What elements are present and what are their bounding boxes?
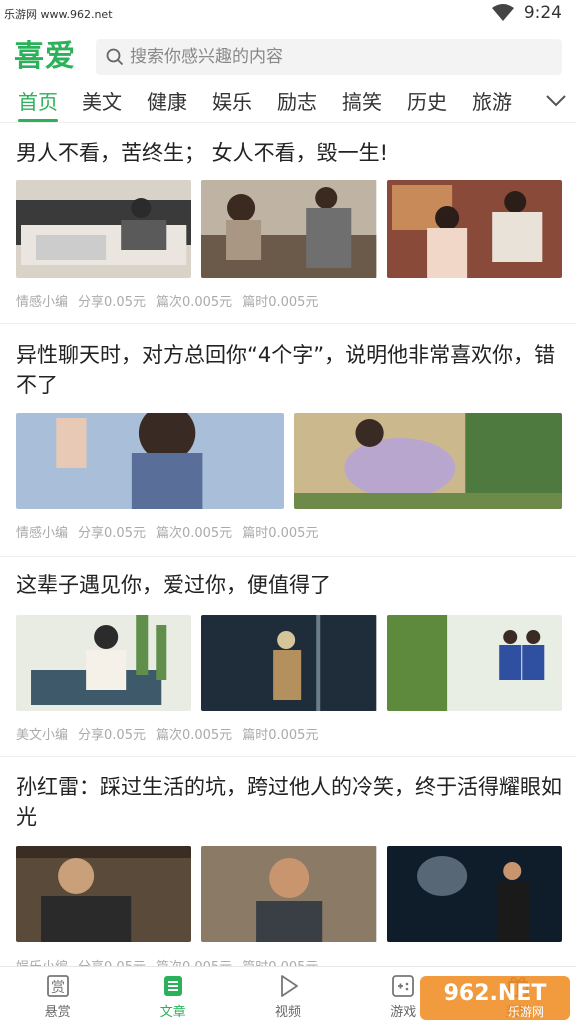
- nav-article[interactable]: 文章: [115, 967, 230, 1024]
- svg-text:乐游网: 乐游网: [508, 1005, 544, 1019]
- video-icon: [281, 975, 298, 997]
- article-thumbnail[interactable]: [294, 413, 562, 509]
- search-bar[interactable]: [96, 39, 562, 75]
- article-thumbnail[interactable]: [16, 413, 284, 509]
- article-divider: [0, 556, 576, 557]
- article-author: 情感小编: [16, 526, 69, 541]
- tabs-divider: [0, 122, 576, 123]
- article-card[interactable]: 男人不看，苦终生； 女人不看，毁一生! 情感小编 分享0.05元 篇次0.005…: [0, 128, 576, 324]
- view-reward: 篇次0.005元: [155, 526, 233, 541]
- clock: 9:24: [523, 3, 562, 23]
- tab-inspiration[interactable]: 励志: [277, 86, 317, 120]
- svg-text:962.NET: 962.NET: [444, 981, 547, 1006]
- article-meta: 情感小编 分享0.05元 篇次0.005元 篇时0.005元: [16, 291, 318, 310]
- view-reward: 篇次0.005元: [155, 728, 233, 743]
- article-images: [16, 413, 562, 509]
- article-title[interactable]: 异性聊天时，对方总回你“4个字”，说明他非常喜欢你，错不了: [16, 340, 564, 400]
- time-reward: 篇时0.005元: [242, 295, 319, 310]
- app-header: 喜爱: [0, 36, 576, 78]
- tab-entertainment[interactable]: 娱乐: [212, 86, 252, 120]
- reward-icon: 赏: [46, 975, 69, 997]
- svg-text:赏: 赏: [51, 980, 65, 996]
- chevron-down-icon[interactable]: [544, 88, 568, 112]
- article-author: 美文小编: [16, 728, 69, 743]
- article-thumbnail[interactable]: [201, 615, 377, 711]
- article-thumbnail[interactable]: [16, 846, 192, 942]
- article-title[interactable]: 孙红雷：踩过生活的坑，跨过他人的冷笑，终于活得耀眼如光: [16, 772, 564, 832]
- share-reward: 分享0.05元: [78, 526, 146, 541]
- site-watermark: 乐游网 www.962.net: [4, 8, 113, 21]
- article-author: 情感小编: [16, 295, 69, 310]
- article-divider: [0, 323, 576, 324]
- share-reward: 分享0.05元: [78, 728, 146, 743]
- article-thumbnail[interactable]: [201, 180, 377, 278]
- time-reward: 篇时0.005元: [242, 728, 319, 743]
- search-input[interactable]: [130, 47, 550, 67]
- nav-label: 视频: [275, 1005, 302, 1020]
- article-card[interactable]: 孙红雷：踩过生活的坑，跨过他人的冷笑，终于活得耀眼如光 娱乐小编 分享0.05元…: [0, 764, 576, 975]
- article-images: [16, 180, 562, 278]
- nav-reward[interactable]: 赏 悬赏: [0, 967, 115, 1024]
- article-title[interactable]: 男人不看，苦终生； 女人不看，毁一生!: [16, 138, 564, 168]
- time-reward: 篇时0.005元: [242, 526, 319, 541]
- tab-home[interactable]: 首页: [18, 86, 58, 122]
- tab-essay[interactable]: 美文: [82, 86, 122, 120]
- article-thumbnail[interactable]: [16, 615, 192, 711]
- article-meta: 情感小编 分享0.05元 篇次0.005元 篇时0.005元: [16, 522, 318, 541]
- view-reward: 篇次0.005元: [155, 295, 233, 310]
- article-thumbnail[interactable]: [386, 615, 562, 711]
- category-tabs: 首页 美文 健康 娱乐 励志 搞笑 历史 旅游: [0, 80, 576, 122]
- article-divider: [0, 756, 576, 757]
- tab-travel[interactable]: 旅游: [472, 86, 512, 120]
- tab-health[interactable]: 健康: [147, 86, 187, 120]
- article-title[interactable]: 这辈子遇见你，爱过你，便值得了: [16, 570, 564, 600]
- article-card[interactable]: 异性聊天时，对方总回你“4个字”，说明他非常喜欢你，错不了 情感小编 分享0.0…: [0, 328, 576, 557]
- nav-label: 悬赏: [44, 1005, 71, 1020]
- article-thumbnail[interactable]: [386, 180, 562, 278]
- share-reward: 分享0.05元: [78, 295, 146, 310]
- article-images: [16, 846, 562, 942]
- tab-history[interactable]: 历史: [407, 86, 447, 120]
- nav-label: 文章: [159, 1005, 186, 1020]
- app-logo[interactable]: 喜爱: [14, 36, 76, 78]
- article-images: [16, 615, 562, 711]
- article-icon: [163, 976, 182, 996]
- nav-label: 游戏: [390, 1005, 417, 1020]
- article-meta: 美文小编 分享0.05元 篇次0.005元 篇时0.005元: [16, 724, 318, 743]
- article-thumbnail[interactable]: [386, 846, 562, 942]
- search-icon: [106, 48, 124, 66]
- status-bar: 乐游网 www.962.net 9:24: [0, 0, 576, 28]
- article-thumbnail[interactable]: [16, 180, 192, 278]
- site-logo-watermark: 962.NET 乐游网: [420, 976, 570, 1020]
- nav-video[interactable]: 视频: [230, 967, 345, 1024]
- game-icon: [392, 975, 415, 997]
- article-card[interactable]: 这辈子遇见你，爱过你，便值得了 美文小编 分享0.05元 篇次0.005元 篇时…: [0, 560, 576, 757]
- wifi-icon: [491, 4, 514, 21]
- tab-funny[interactable]: 搞笑: [342, 86, 382, 120]
- article-thumbnail[interactable]: [201, 846, 377, 942]
